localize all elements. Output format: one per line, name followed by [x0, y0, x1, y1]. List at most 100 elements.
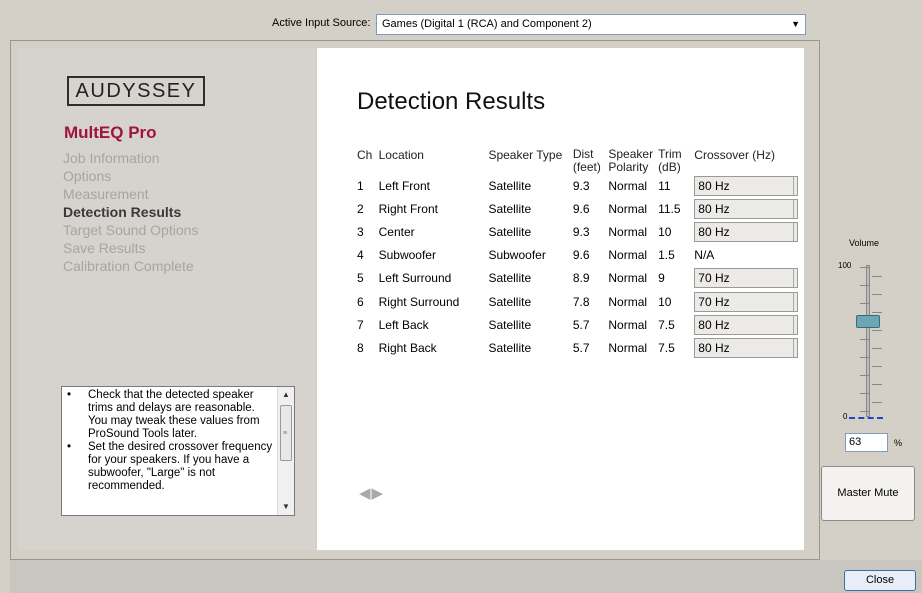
col-ch: Ch [357, 148, 373, 162]
crossover-select[interactable]: 80 Hz [694, 337, 799, 358]
volume-slider-track[interactable] [866, 265, 870, 417]
table-row: 8 Right Back Satellite 5.7 Normal 7.5 80 Hz [357, 336, 804, 359]
crossover-cell: 80 Hz [694, 313, 804, 336]
volume-tick [872, 348, 882, 349]
col-speaker-type: Speaker Type [488, 148, 563, 162]
speaker-type-cell: Satellite [488, 201, 532, 216]
scroll-up-icon[interactable]: ▲ [278, 387, 294, 403]
wizard-step[interactable]: Measurement [63, 185, 198, 203]
trim-cell: 11 [658, 178, 671, 193]
volume-tick [872, 402, 882, 403]
scroll-thumb[interactable]: ≡ [280, 405, 292, 461]
master-mute-button[interactable]: Master Mute [821, 466, 915, 521]
volume-tick [860, 285, 870, 286]
active-input-source-value: Games (Digital 1 (RCA) and Component 2) [382, 18, 592, 30]
speaker-type-cell: Satellite [488, 294, 532, 309]
polarity-cell: Normal [608, 248, 648, 263]
table-row: 7 Left Back Satellite 5.7 Normal 7.5 80 Hz [357, 313, 804, 336]
dist-cell: 8.9 [572, 271, 590, 286]
crossover-cell: 80 Hz [694, 220, 804, 243]
crossover-value: 80 Hz [698, 178, 730, 193]
dist-cell: 5.7 [572, 340, 590, 355]
volume-tick [872, 294, 882, 295]
table-row: 1 Left Front Satellite 9.3 Normal 11 80 Hz [357, 174, 804, 197]
crossover-cell: 70 Hz [694, 290, 804, 313]
ch-cell: 1 [357, 178, 364, 193]
volume-tick [860, 411, 870, 412]
table-row: 3 Center Satellite 9.3 Normal 10 80 Hz [357, 220, 804, 243]
bottom-bar [10, 560, 922, 593]
ch-cell: 2 [357, 201, 364, 216]
active-input-source-label: Active Input Source: [272, 17, 371, 29]
wizard-step[interactable]: Target Sound Options [63, 221, 198, 239]
scroll-down-icon[interactable]: ▼ [278, 499, 294, 515]
crossover-select[interactable]: 80 Hz [694, 314, 799, 335]
dropdown-arrow-icon: ▼ [791, 19, 800, 29]
dropdown-arrow-icon [793, 222, 799, 241]
wizard-step[interactable]: Options [63, 167, 198, 185]
dropdown-arrow-icon [793, 315, 799, 334]
crossover-cell: 80 Hz [694, 336, 804, 359]
crossover-cell: 70 Hz [694, 267, 804, 290]
col-polarity: Speaker Polarity [608, 147, 654, 174]
back-arrow-icon[interactable]: ◀ [359, 485, 372, 502]
close-button[interactable]: Close [844, 570, 916, 591]
crossover-select[interactable]: 70 Hz [694, 268, 799, 289]
page-title: Detection Results [357, 88, 546, 115]
crossover-select[interactable]: 80 Hz [694, 175, 799, 196]
crossover-select[interactable]: 80 Hz [694, 198, 799, 219]
location-cell: Right Back [378, 340, 437, 355]
trim-cell: 7.5 [658, 317, 675, 332]
wizard-sidebar: AUDYSSEY MultEQ Pro Job Information Optio… [18, 48, 315, 550]
help-text: Set the desired crossover frequency for … [88, 441, 273, 492]
help-scrollbar[interactable]: ▲ ≡ ▼ [277, 387, 294, 515]
volume-tick [860, 375, 870, 376]
bullet-icon: • [67, 441, 72, 453]
speaker-type-cell: Satellite [488, 271, 532, 286]
volume-min-label: 0 [843, 412, 848, 421]
ch-cell: 3 [357, 224, 364, 239]
volume-tick [872, 366, 882, 367]
ch-cell: 6 [357, 294, 364, 309]
dist-cell: 9.6 [572, 201, 590, 216]
location-cell: Right Front [378, 201, 438, 216]
volume-slider-thumb[interactable] [856, 315, 880, 329]
next-arrow-icon[interactable]: ▶ [372, 485, 385, 502]
location-cell: Left Front [378, 178, 430, 193]
trim-cell: 10 [658, 224, 672, 239]
volume-value-field[interactable]: 63 [845, 433, 888, 452]
help-text: Check that the detected speaker trims an… [88, 389, 260, 440]
wizard-step[interactable]: Detection Results [63, 203, 198, 221]
table-row: 2 Right Front Satellite 9.6 Normal 11.5 80 Hz [357, 197, 804, 220]
trim-cell: 9 [658, 271, 665, 286]
volume-tick [872, 276, 882, 277]
col-trim: Trim (dB) [658, 147, 682, 174]
help-list: • Check that the detected speaker trims a… [64, 389, 274, 493]
dist-cell: 9.3 [572, 178, 590, 193]
polarity-cell: Normal [608, 294, 648, 309]
dist-cell: 5.7 [572, 317, 590, 332]
trim-cell: 10 [658, 294, 672, 309]
speaker-type-cell: Satellite [488, 224, 532, 239]
audyssey-logo: AUDYSSEY [67, 76, 205, 106]
volume-tick [872, 312, 882, 313]
crossover-select[interactable]: 80 Hz [694, 221, 799, 242]
polarity-cell: Normal [608, 340, 648, 355]
volume-max-label: 100 [838, 261, 852, 270]
active-input-source-select[interactable]: Games (Digital 1 (RCA) and Component 2) … [376, 14, 806, 35]
wizard-step[interactable]: Job Information [63, 149, 198, 167]
help-item: • Check that the detected speaker trims a… [64, 389, 274, 441]
nav-arrows: ◀▶ [359, 484, 384, 502]
crossover-select[interactable]: 70 Hz [694, 291, 799, 312]
volume-tick [860, 303, 870, 304]
volume-tick [860, 357, 870, 358]
volume-baseline [849, 417, 883, 419]
help-text-box[interactable]: • Check that the detected speaker trims a… [61, 386, 295, 516]
speaker-type-cell: Subwoofer [488, 248, 546, 263]
wizard-step[interactable]: Calibration Complete [63, 257, 198, 275]
dropdown-arrow-icon [793, 269, 799, 288]
ch-cell: 8 [357, 340, 364, 355]
polarity-cell: Normal [608, 224, 648, 239]
wizard-step[interactable]: Save Results [63, 239, 198, 257]
detection-results-table: Ch Location Speaker Type Dist (feet) Spea… [357, 148, 804, 360]
